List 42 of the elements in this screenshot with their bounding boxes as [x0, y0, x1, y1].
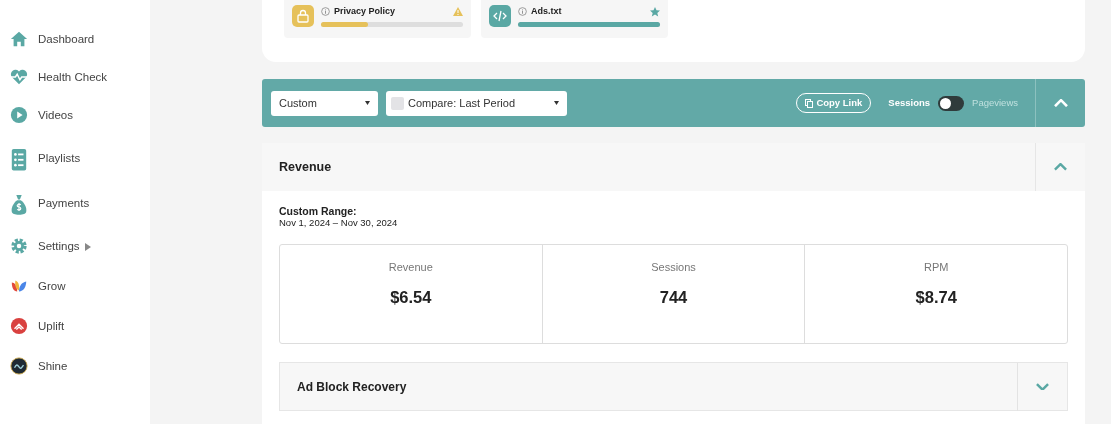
checklist-icon	[10, 149, 28, 169]
play-icon	[10, 106, 28, 126]
compare-select[interactable]: Compare: Last Period	[386, 90, 567, 116]
range-select[interactable]: Custom	[271, 90, 378, 116]
copy-icon	[805, 98, 814, 108]
range-label: Custom Range:	[279, 205, 358, 217]
money-bag-icon	[10, 194, 28, 214]
health-tile[interactable]: Privacy Policy	[284, 0, 471, 38]
health-tile[interactable]: Ads.txt	[481, 0, 668, 38]
metric-label: RPM	[922, 260, 950, 275]
panel-title: Ad Block Recovery	[297, 378, 407, 396]
caret-icon	[554, 101, 559, 105]
metric-value: 744	[658, 286, 689, 308]
metric-value: $8.74	[914, 286, 958, 308]
chevron-down-icon	[1036, 382, 1049, 391]
sidebar-item[interactable]: Videos	[0, 106, 150, 126]
sidebar-item[interactable]: Dashboard	[0, 30, 150, 50]
sidebar-item[interactable]: Playlists	[0, 149, 150, 169]
date-range: Nov 1, 2024 – Nov 30, 2024	[279, 217, 399, 228]
info-icon	[518, 7, 527, 17]
sidebar-item[interactable]: Health Check	[0, 68, 150, 88]
tile-title: Ads.txt	[531, 5, 562, 18]
sidebar-item[interactable]: Grow	[0, 277, 150, 297]
caret-icon	[365, 101, 370, 105]
toggle-switch[interactable]	[938, 95, 965, 111]
sidebar-item[interactable]: Settings	[0, 237, 150, 257]
metric-label: Revenue	[387, 260, 434, 275]
chevron-up-icon	[1054, 163, 1067, 171]
info-icon	[321, 7, 330, 17]
shine-logo-icon	[10, 357, 28, 377]
tile-title: Privacy Policy	[334, 5, 396, 18]
caret-icon	[84, 243, 91, 251]
chevron-up-icon	[1053, 98, 1068, 108]
sidebar-item[interactable]: Shine	[0, 357, 150, 377]
settings-icon	[10, 237, 28, 257]
panel-title: Revenue	[279, 158, 332, 176]
color-swatch	[391, 96, 404, 110]
uplift-logo-icon	[10, 317, 28, 337]
metric-label: Sessions	[650, 260, 697, 275]
sidebar-item[interactable]: Payments	[0, 194, 150, 214]
metric-value: $6.54	[389, 286, 433, 308]
sidebar-item[interactable]: Uplift	[0, 317, 150, 337]
